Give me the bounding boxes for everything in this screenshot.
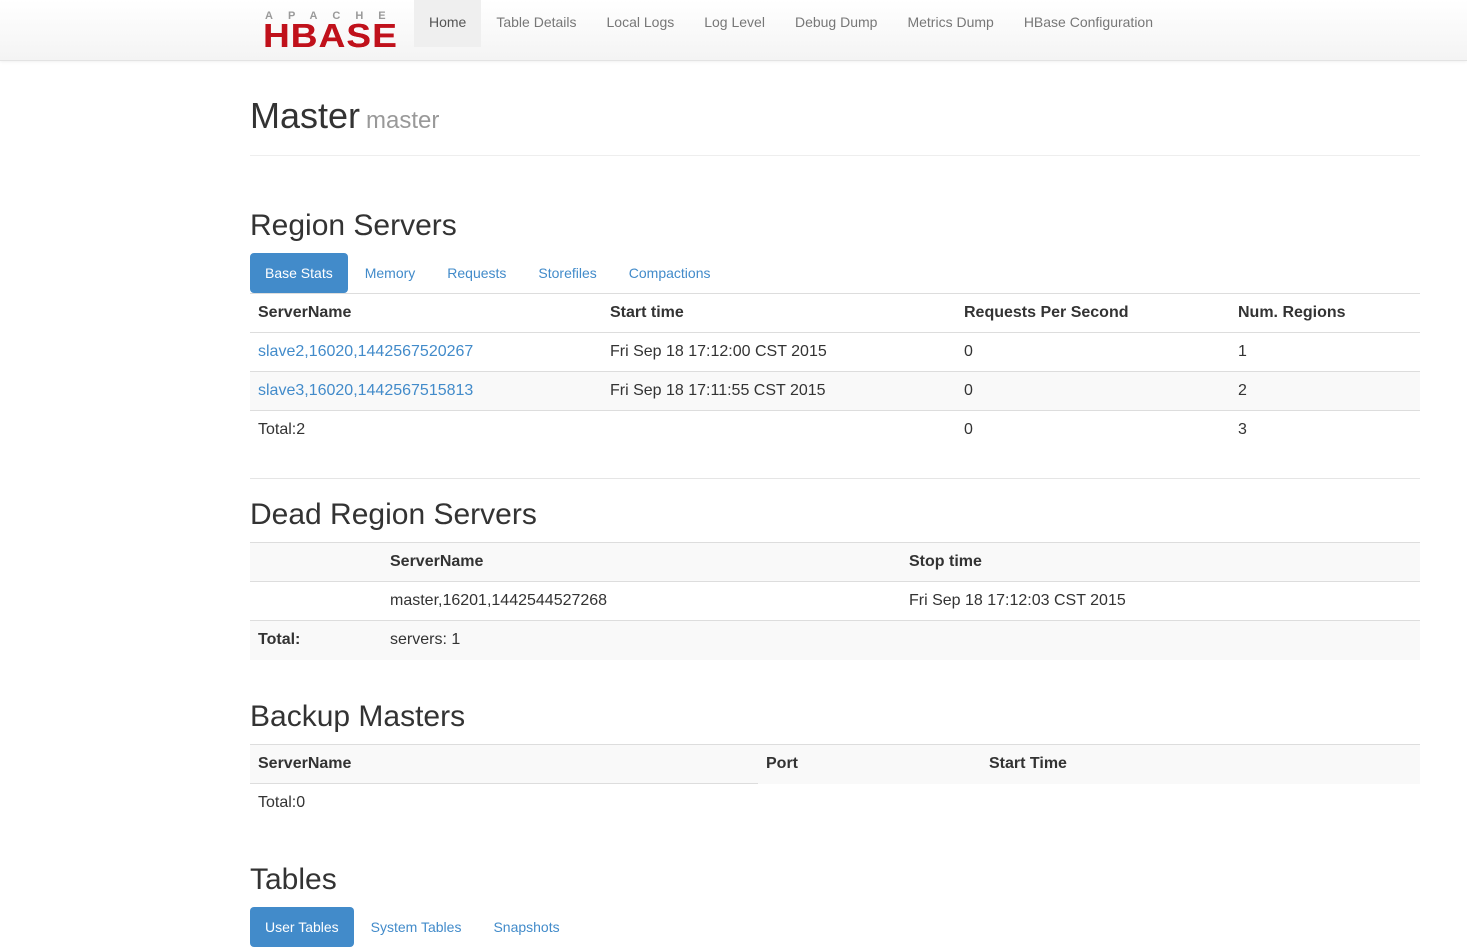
total-value-cell: servers: 1 [382, 620, 901, 660]
page-subtitle: master [366, 107, 440, 134]
col-num-regions: Num. Regions [1230, 293, 1420, 333]
section-divider [250, 478, 1420, 479]
hbase-logo[interactable]: APACHE HBASE [263, 10, 401, 53]
table-row: slave2,16020,1442567520267 Fri Sep 18 17… [250, 332, 1420, 372]
tab-requests[interactable]: Requests [432, 253, 521, 293]
total-empty-cell [901, 620, 1420, 660]
regions-cell: 1 [1230, 332, 1420, 372]
tab-system-tables[interactable]: System Tables [356, 907, 477, 947]
total-label-cell: Total: [250, 620, 382, 660]
empty-cell [758, 784, 981, 823]
total-cell: Total:0 [258, 794, 306, 812]
table-row: master,16201,1442544527268 Fri Sep 18 17… [250, 581, 1420, 621]
total-row: Total:0 [250, 784, 1420, 823]
table-header-row: ServerName Port Start Time [250, 744, 1420, 784]
tab-memory[interactable]: Memory [350, 253, 431, 293]
col-servername: ServerName [250, 293, 602, 333]
backup-masters-heading: Backup Masters [250, 700, 466, 733]
total-label-cell: Total:2 [250, 410, 602, 450]
nav-metrics-dump[interactable]: Metrics Dump [892, 0, 1008, 47]
region-servers-heading: Region Servers [250, 209, 457, 242]
total-row: Total: servers: 1 [250, 620, 1420, 660]
tables-heading: Tables [250, 863, 337, 896]
top-navbar: APACHE HBASE Home Table Details Local Lo… [0, 0, 1467, 61]
col-stop-time: Stop time [901, 542, 1420, 582]
region-servers-tabs: Base Stats Memory Requests Storefiles Co… [250, 253, 727, 293]
total-regions-cell: 3 [1230, 410, 1420, 450]
nav-hbase-configuration[interactable]: HBase Configuration [1009, 0, 1168, 47]
nav-log-level[interactable]: Log Level [689, 0, 780, 47]
col-servername: ServerName [250, 744, 758, 784]
main-nav: Home Table Details Local Logs Log Level … [414, 0, 1168, 47]
start-time-cell: Fri Sep 18 17:11:55 CST 2015 [602, 371, 956, 411]
total-requests-cell: 0 [956, 410, 1230, 450]
stop-time-cell: Fri Sep 18 17:12:03 CST 2015 [901, 581, 1420, 621]
nav-table-details[interactable]: Table Details [481, 0, 591, 47]
server-name-cell: master,16201,1442544527268 [382, 581, 901, 621]
tables-tabs: User Tables System Tables Snapshots [250, 907, 577, 947]
tab-user-tables[interactable]: User Tables [250, 907, 354, 947]
regions-cell: 2 [1230, 371, 1420, 411]
nav-debug-dump[interactable]: Debug Dump [780, 0, 893, 47]
page-title: Master master [250, 93, 1420, 144]
page-header: Master master [250, 93, 1420, 156]
col-requests-per-second: Requests Per Second [956, 293, 1230, 333]
requests-cell: 0 [956, 332, 1230, 372]
col-port: Port [758, 744, 981, 784]
tab-snapshots[interactable]: Snapshots [478, 907, 574, 947]
dead-servers-table: ServerName Stop time master,16201,144254… [250, 542, 1420, 660]
logo-hbase-text: HBASE [263, 17, 398, 54]
col-servername: ServerName [382, 542, 901, 582]
blank-cell [250, 581, 382, 621]
region-servers-table: ServerName Start time Requests Per Secon… [250, 293, 1420, 450]
total-empty-cell [602, 410, 956, 450]
col-start-time: Start Time [981, 744, 1420, 784]
server-name-cell: slave3,16020,1442567515813 [250, 371, 602, 411]
col-start-time: Start time [602, 293, 956, 333]
table-header-row: ServerName Start time Requests Per Secon… [250, 293, 1420, 333]
table-header-row: ServerName Stop time [250, 542, 1420, 582]
empty-cell [981, 784, 1420, 823]
dead-region-servers-heading: Dead Region Servers [250, 498, 537, 531]
server-name-cell: slave2,16020,1442567520267 [250, 332, 602, 372]
col-blank [250, 542, 382, 582]
backup-masters-table: ServerName Port Start Time Total:0 [250, 744, 1420, 823]
total-row: Total:2 0 3 [250, 410, 1420, 450]
start-time-cell: Fri Sep 18 17:12:00 CST 2015 [602, 332, 956, 372]
page-title-text: Master [250, 95, 361, 136]
requests-cell: 0 [956, 371, 1230, 411]
nav-local-logs[interactable]: Local Logs [592, 0, 690, 47]
tab-storefiles[interactable]: Storefiles [523, 253, 611, 293]
table-row: slave3,16020,1442567515813 Fri Sep 18 17… [250, 371, 1420, 411]
server-link[interactable]: slave2,16020,1442567520267 [258, 343, 473, 360]
nav-home[interactable]: Home [414, 0, 482, 47]
tab-base-stats[interactable]: Base Stats [250, 253, 348, 293]
server-link[interactable]: slave3,16020,1442567515813 [258, 382, 473, 399]
tab-compactions[interactable]: Compactions [614, 253, 726, 293]
